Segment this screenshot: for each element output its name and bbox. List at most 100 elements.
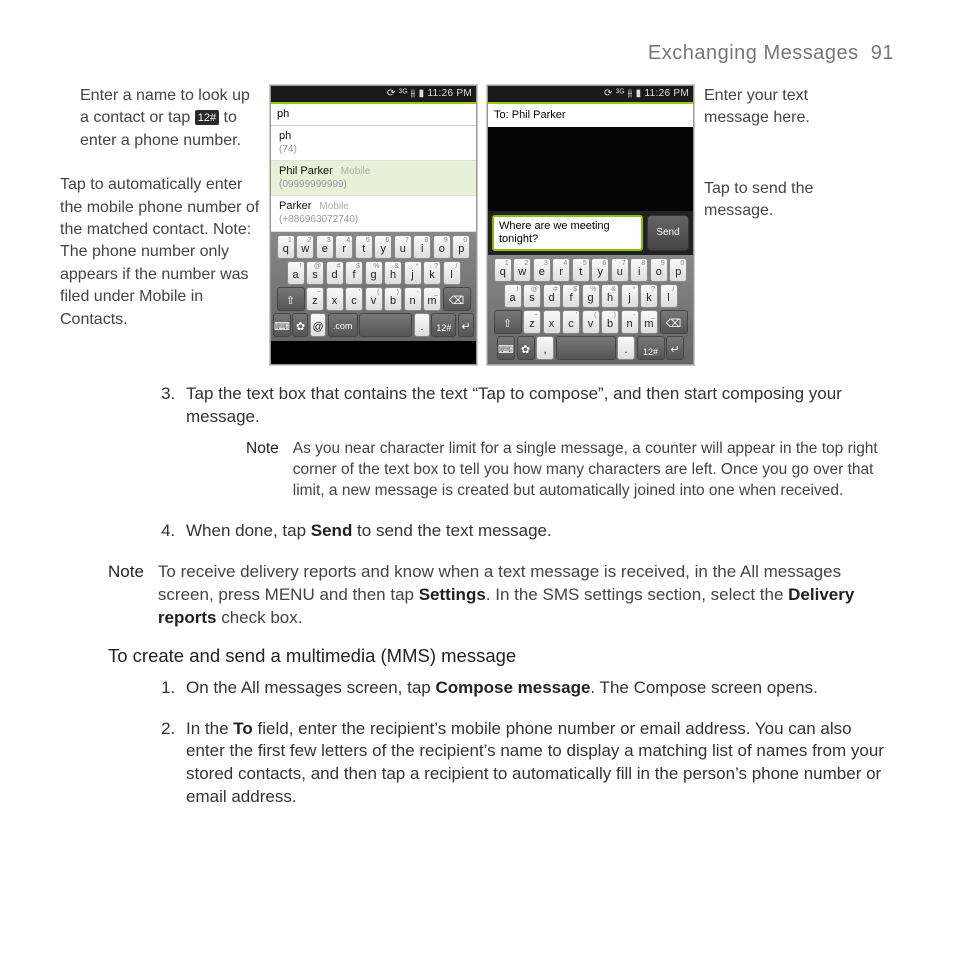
key-c[interactable]: c' bbox=[562, 310, 580, 334]
key-v[interactable]: v( bbox=[365, 287, 383, 311]
message-thread bbox=[488, 127, 693, 211]
callout-enter-text: Enter your text message here. bbox=[704, 85, 844, 130]
key-x[interactable]: x bbox=[326, 287, 344, 311]
key-r[interactable]: r4 bbox=[335, 235, 353, 259]
key-v[interactable]: v( bbox=[582, 310, 600, 334]
contact-suggestion[interactable]: ph(74) bbox=[271, 126, 476, 161]
key-,[interactable]: , bbox=[536, 336, 554, 360]
phone-compose: ⟳ ³ᴳ ⫵ ▮ 11:26 PM To: Phil Parker Where … bbox=[487, 85, 694, 365]
key-t[interactable]: t5 bbox=[355, 235, 373, 259]
contact-suggestion[interactable]: Phil ParkerMobile(09999999999) bbox=[271, 161, 476, 196]
status-bar: ⟳ ³ᴳ ⫵ ▮ 11:26 PM bbox=[488, 86, 693, 102]
key-.[interactable]: . bbox=[414, 313, 430, 337]
key-j[interactable]: j* bbox=[404, 261, 422, 285]
key-c[interactable]: c' bbox=[345, 287, 363, 311]
key-d[interactable]: d# bbox=[543, 284, 561, 308]
key-z[interactable]: z~ bbox=[306, 287, 324, 311]
instruction-body: Tap the text box that contains the text … bbox=[150, 383, 894, 809]
key-n[interactable]: n- bbox=[621, 310, 639, 334]
key-✿[interactable]: ✿ bbox=[292, 313, 308, 337]
key-j[interactable]: j* bbox=[621, 284, 639, 308]
key-z[interactable]: z~ bbox=[523, 310, 541, 334]
callout-auto-number: Tap to automatically enter the mobile ph… bbox=[60, 174, 260, 331]
status-time: 11:26 PM bbox=[645, 88, 689, 99]
key-t[interactable]: t5 bbox=[572, 258, 590, 282]
key-⌨[interactable]: ⌨ bbox=[273, 313, 291, 337]
key-f[interactable]: f$ bbox=[345, 261, 363, 285]
key-b[interactable]: b) bbox=[384, 287, 402, 311]
send-button[interactable]: Send bbox=[647, 215, 689, 251]
key-a[interactable]: a! bbox=[504, 284, 522, 308]
to-field[interactable]: To: Phil Parker bbox=[488, 102, 693, 127]
key-g[interactable]: g% bbox=[582, 284, 600, 308]
to-search-input[interactable]: ph bbox=[271, 104, 476, 126]
key-h[interactable]: h& bbox=[384, 261, 402, 285]
key-.[interactable]: . bbox=[617, 336, 635, 360]
mms-heading: To create and send a multimedia (MMS) me… bbox=[108, 644, 894, 669]
key-⌫[interactable]: ⌫ bbox=[660, 310, 688, 334]
key-12#[interactable]: 12# bbox=[431, 313, 456, 337]
callout-send: Tap to send the message. bbox=[704, 178, 844, 223]
keyboard[interactable]: q1w2e3r4t5y6u7i8o9p0 a!s@d#f$g%h&j*k?l/ … bbox=[488, 255, 693, 364]
page-note: Note To receive delivery reports and kno… bbox=[108, 561, 894, 630]
key-u[interactable]: u7 bbox=[394, 235, 412, 259]
figure-row: Enter a name to look up a contact or tap… bbox=[60, 85, 894, 365]
key-q[interactable]: q1 bbox=[494, 258, 512, 282]
contact-suggestion[interactable]: ParkerMobile(+886963072740) bbox=[271, 196, 476, 231]
key-w[interactable]: w2 bbox=[513, 258, 531, 282]
key-⌫[interactable]: ⌫ bbox=[443, 287, 471, 311]
key-b[interactable]: b) bbox=[601, 310, 619, 334]
key-i[interactable]: i8 bbox=[413, 235, 431, 259]
key-k[interactable]: k? bbox=[640, 284, 658, 308]
key-s[interactable]: s@ bbox=[523, 284, 541, 308]
key-@[interactable]: @ bbox=[310, 313, 326, 337]
key-⇧[interactable]: ⇧ bbox=[494, 310, 522, 334]
key-⌨[interactable]: ⌨ bbox=[497, 336, 515, 360]
key-d[interactable]: d# bbox=[326, 261, 344, 285]
key-p[interactable]: p0 bbox=[669, 258, 687, 282]
key-o[interactable]: o9 bbox=[650, 258, 668, 282]
right-callouts: Enter your text message here. Tap to sen… bbox=[704, 85, 844, 223]
key-m[interactable]: m_ bbox=[640, 310, 658, 334]
key-u[interactable]: u7 bbox=[611, 258, 629, 282]
key-[interactable] bbox=[359, 313, 412, 337]
status-bar: ⟳ ³ᴳ ⫵ ▮ 11:26 PM bbox=[271, 86, 476, 102]
key-y[interactable]: y6 bbox=[374, 235, 392, 259]
key-q[interactable]: q1 bbox=[277, 235, 295, 259]
mms-step-1: On the All messages screen, tap Compose … bbox=[180, 677, 894, 700]
key-e[interactable]: e3 bbox=[316, 235, 334, 259]
key-k[interactable]: k? bbox=[423, 261, 441, 285]
key-w[interactable]: w2 bbox=[296, 235, 314, 259]
keyboard[interactable]: q1w2e3r4t5y6u7i8o9p0 a!s@d#f$g%h&j*k?l/ … bbox=[271, 232, 476, 341]
num-mode-icon: 12# bbox=[195, 110, 219, 125]
key-s[interactable]: s@ bbox=[306, 261, 324, 285]
steps-list: Tap the text box that contains the text … bbox=[150, 383, 894, 543]
key-r[interactable]: r4 bbox=[552, 258, 570, 282]
compose-input[interactable]: Where are we meeting tonight? bbox=[492, 215, 643, 251]
key-g[interactable]: g% bbox=[365, 261, 383, 285]
key-.com[interactable]: .com bbox=[328, 313, 358, 337]
key-o[interactable]: o9 bbox=[433, 235, 451, 259]
key-y[interactable]: y6 bbox=[591, 258, 609, 282]
key-i[interactable]: i8 bbox=[630, 258, 648, 282]
phone-contact-lookup: ⟳ ³ᴳ ⫵ ▮ 11:26 PM ph ph(74)Phil ParkerMo… bbox=[270, 85, 477, 365]
key-⇧[interactable]: ⇧ bbox=[277, 287, 305, 311]
key-l[interactable]: l/ bbox=[660, 284, 678, 308]
key-[interactable] bbox=[556, 336, 616, 360]
key-✿[interactable]: ✿ bbox=[517, 336, 535, 360]
key-a[interactable]: a! bbox=[287, 261, 305, 285]
key-12#[interactable]: 12# bbox=[637, 336, 665, 360]
key-n[interactable]: n- bbox=[404, 287, 422, 311]
key-↵[interactable]: ↵ bbox=[666, 336, 684, 360]
key-f[interactable]: f$ bbox=[562, 284, 580, 308]
status-time: 11:26 PM bbox=[428, 88, 472, 99]
key-↵[interactable]: ↵ bbox=[458, 313, 474, 337]
key-x[interactable]: x bbox=[543, 310, 561, 334]
key-m[interactable]: m_ bbox=[423, 287, 441, 311]
key-l[interactable]: l/ bbox=[443, 261, 461, 285]
key-h[interactable]: h& bbox=[601, 284, 619, 308]
key-e[interactable]: e3 bbox=[533, 258, 551, 282]
page-number: 91 bbox=[871, 42, 894, 64]
key-p[interactable]: p0 bbox=[452, 235, 470, 259]
left-callouts: Enter a name to look up a contact or tap… bbox=[60, 85, 260, 331]
